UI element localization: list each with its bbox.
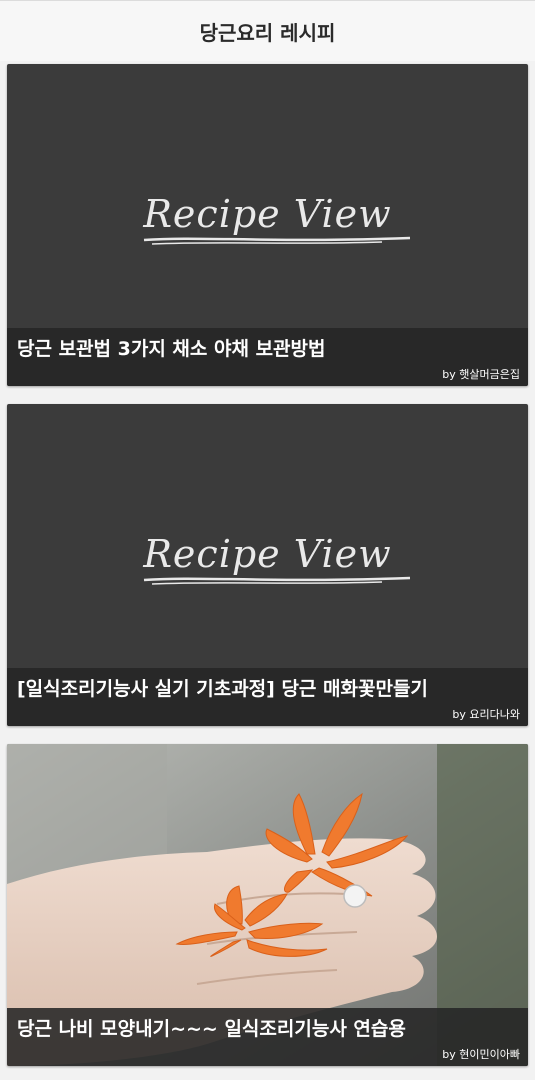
- recipe-caption: 당근 나비 모양내기~~~ 일식조리기능사 연습용 by 현이민이아빠: [7, 1008, 528, 1066]
- recipe-author: by 햇살머금은집: [442, 368, 520, 381]
- recipe-author: by 현이민이아빠: [442, 1048, 520, 1061]
- recipe-card-1[interactable]: Recipe View 당근 보관법 3가지 채소 야채 보관방법 by 햇살머…: [7, 64, 528, 386]
- recipe-author: by 요리다나와: [452, 708, 520, 721]
- recipe-title: 당근 나비 모양내기~~~ 일식조리기능사 연습용: [17, 1018, 406, 1040]
- recipe-title: 당근 보관법 3가지 채소 야채 보관방법: [17, 338, 326, 360]
- recipe-view-logo: Recipe View: [143, 532, 392, 576]
- page-title: 당근요리 레시피: [199, 20, 336, 45]
- recipe-card-2[interactable]: Recipe View [일식조리기능사 실기 기초과정] 당근 매화꽃만들기 …: [7, 404, 528, 726]
- recipe-view-logo: Recipe View: [143, 192, 392, 236]
- app-header: 당근요리 레시피: [0, 0, 535, 61]
- logo-underline-icon: [143, 576, 411, 585]
- recipe-caption: 당근 보관법 3가지 채소 야채 보관방법 by 햇살머금은집: [7, 328, 528, 386]
- logo-underline-icon: [143, 236, 411, 245]
- recipe-card-3[interactable]: 당근 나비 모양내기~~~ 일식조리기능사 연습용 by 현이민이아빠: [7, 744, 528, 1066]
- recipe-caption: [일식조리기능사 실기 기초과정] 당근 매화꽃만들기 by 요리다나와: [7, 668, 528, 726]
- recipe-title: [일식조리기능사 실기 기초과정] 당근 매화꽃만들기: [17, 678, 428, 700]
